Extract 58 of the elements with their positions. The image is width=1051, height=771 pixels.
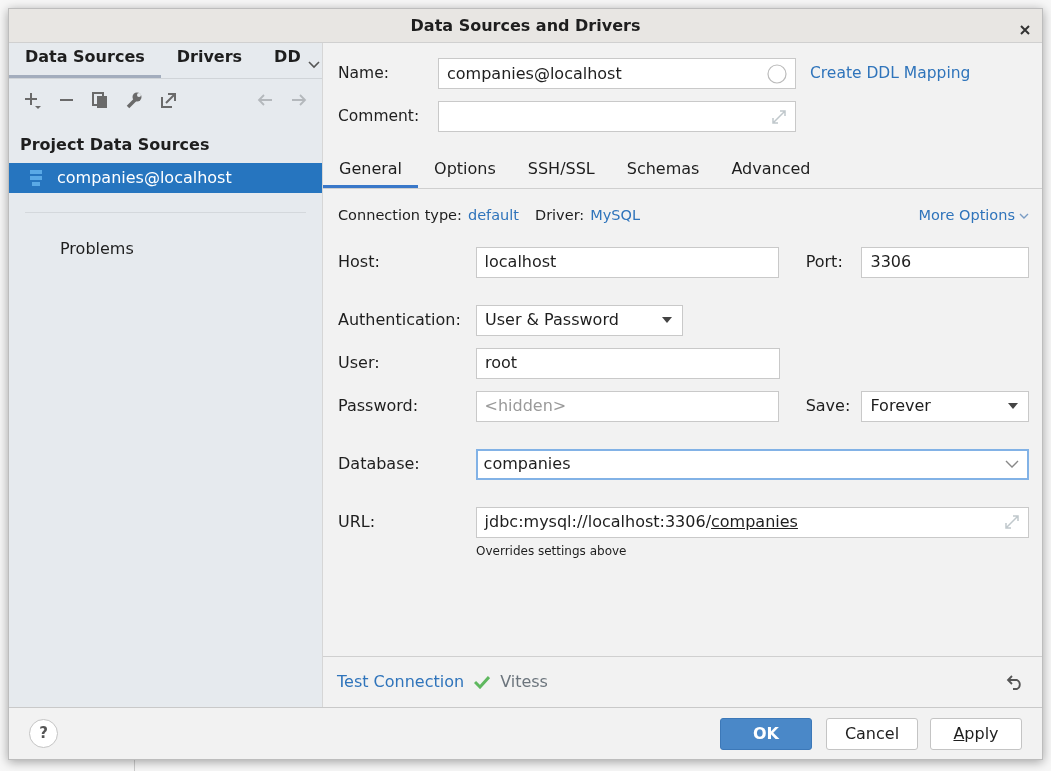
field-label: URL: (338, 511, 377, 534)
chevron-down-icon (1005, 459, 1019, 470)
expand-icon (1004, 514, 1020, 531)
field-label: Password: (338, 395, 420, 418)
tab[interactable]: SSH/SSL (511, 152, 611, 188)
url-text: jdbc:mysql://localhost:3306/companies (484, 511, 798, 534)
tab[interactable]: Advanced (715, 152, 827, 188)
tab[interactable]: Options (418, 152, 512, 188)
test-connection-link[interactable]: Test Connection (337, 670, 465, 694)
database-icon (27, 169, 45, 187)
circle-icon (767, 63, 787, 84)
chevron-down-icon (306, 60, 321, 70)
field-label: Authentication: (338, 309, 462, 332)
undo-icon (1006, 673, 1024, 691)
dialog-button[interactable]: Apply (930, 717, 1022, 750)
dialog-button[interactable]: OK (720, 717, 812, 750)
hint-text: Overrides settings above (476, 542, 628, 560)
status-text: Vitess (500, 671, 548, 693)
save-dropdown[interactable]: Forever (861, 390, 1029, 422)
url-field[interactable]: jdbc:mysql://localhost:3306/companies (475, 506, 1029, 538)
database-dropdown[interactable]: companies (475, 448, 1029, 480)
tab[interactable]: General (323, 152, 419, 188)
field-label: Port: (805, 251, 844, 274)
expand-icon (771, 108, 787, 125)
section-heading: Project Data Sources (19, 134, 211, 156)
field-label: Connection type: (338, 206, 462, 225)
sidebar-tab[interactable]: Data Sources (9, 45, 161, 78)
export-icon (158, 90, 178, 110)
sidebar-tab[interactable]: Drivers (160, 45, 259, 78)
field-label: Comment: (338, 105, 421, 127)
window-title: Data Sources and Drivers (410, 14, 641, 37)
tab[interactable]: Schemas (610, 152, 716, 188)
close-icon (1018, 22, 1032, 37)
dialog-button[interactable]: Cancel (826, 717, 918, 750)
problems-item[interactable]: Problems (9, 237, 322, 261)
field-label: Save: (805, 395, 852, 418)
more-options-link[interactable]: More Options (918, 205, 1029, 227)
help-button[interactable]: ? (29, 719, 58, 748)
field-label: Host: (338, 251, 381, 274)
ddl-mapping-link[interactable]: Create DDL Mapping (810, 61, 971, 86)
host-field[interactable]: localhost (475, 246, 779, 278)
driver-link[interactable]: MySQL (590, 205, 640, 227)
add-icon (22, 90, 42, 110)
authentication-dropdown[interactable]: User & Password (476, 304, 683, 336)
connection-type-link[interactable]: default (467, 205, 519, 227)
wrench-icon (124, 90, 144, 110)
sidebar-tab[interactable]: DD (258, 45, 301, 78)
field-label: Driver: (534, 206, 585, 225)
field-label: User: (338, 352, 381, 375)
field-label: Database: (338, 453, 421, 476)
data-source-item[interactable]: companies@localhost (9, 163, 322, 193)
field-label: Name: (338, 62, 390, 84)
chevron-down-icon (1019, 211, 1029, 220)
name-field[interactable]: companies@localhost (438, 58, 796, 89)
port-field[interactable]: 3306 (861, 246, 1029, 278)
comment-field[interactable] (438, 101, 796, 132)
user-field[interactable]: root (476, 347, 780, 379)
copy-icon (90, 90, 110, 110)
